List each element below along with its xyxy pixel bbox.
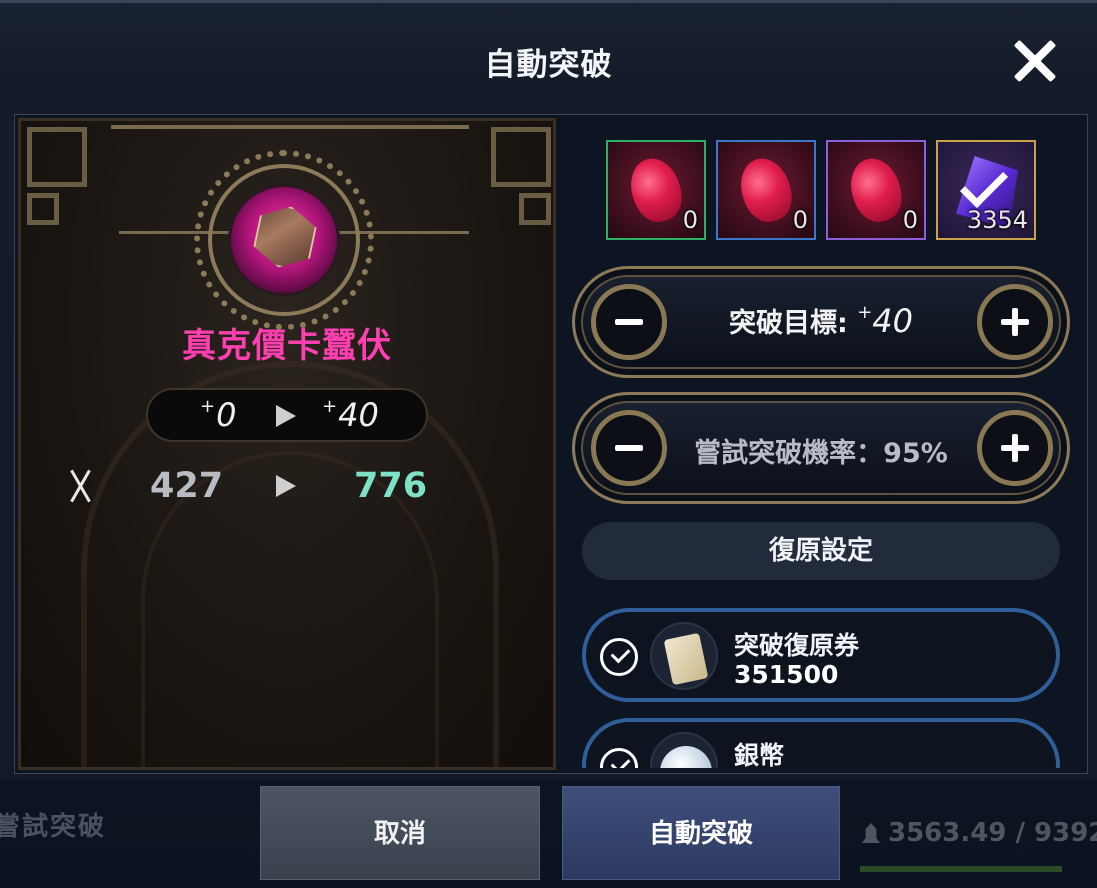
background-label: 嘗試突破 [0,812,107,842]
frame-top-line [111,125,469,129]
red-gem-icon [623,152,689,228]
scroll-icon [650,622,718,690]
corner-ornament-tr [491,127,551,187]
level-from: +0 [200,396,237,434]
crossed-swords-icon [66,468,96,502]
weight-value: 3563.49 / 9392. [888,818,1097,848]
target-increase-button[interactable] [977,284,1053,360]
material-slot-1[interactable]: 0 [606,140,706,240]
option-value: 351500 [734,660,839,689]
check-circle-icon[interactable] [600,748,638,768]
corner-ornament-tl2 [27,193,59,225]
material-slot-2[interactable]: 0 [716,140,816,240]
background-weight-readout: 3563.49 / 9392. [862,818,1097,848]
stat-new-value: 776 [354,466,428,506]
corner-ornament-tl [27,127,87,187]
dialog-title: 自動突破 [484,47,613,83]
silver-coin-icon [650,732,718,768]
check-circle-icon[interactable] [600,638,638,676]
red-gem-icon [843,152,909,228]
material-slot-3[interactable]: 0 [826,140,926,240]
corner-ornament-tr2 [519,193,551,225]
rate-increase-button[interactable] [977,410,1053,486]
option-title: 突破復原券 [734,631,860,660]
cancel-button[interactable]: 取消 [260,786,540,880]
material-count: 0 [902,206,918,234]
option-restore-ticket[interactable]: 突破復原券 351500 [582,608,1060,702]
close-icon[interactable] [1010,37,1058,85]
material-count: 0 [682,206,698,234]
option-title: 銀幣 [734,741,785,768]
red-gem-icon [733,152,799,228]
stat-arrow-icon [276,475,296,497]
background-weight-bar [860,866,1062,872]
target-level-row: 突破目標: +40 [572,266,1070,378]
auto-breakthrough-button[interactable]: 自動突破 [562,786,840,880]
option-silver-coin[interactable]: 銀幣 [582,718,1060,768]
material-count: 3354 [966,206,1028,234]
material-slot-4[interactable]: 3354 [936,140,1036,240]
level-to: +40 [322,396,379,434]
material-count: 0 [792,206,808,234]
options-list[interactable]: 突破復原券 351500 銀幣 [560,580,1080,768]
stat-old-value: 427 [150,466,224,506]
weight-icon [862,823,880,843]
success-rate-row: 嘗試突破機率：95% [572,392,1070,504]
reset-settings-button[interactable]: 復原設定 [582,522,1060,580]
item-name: 真克價卡蠶伏 [182,326,392,366]
level-arrow-icon [276,405,296,427]
